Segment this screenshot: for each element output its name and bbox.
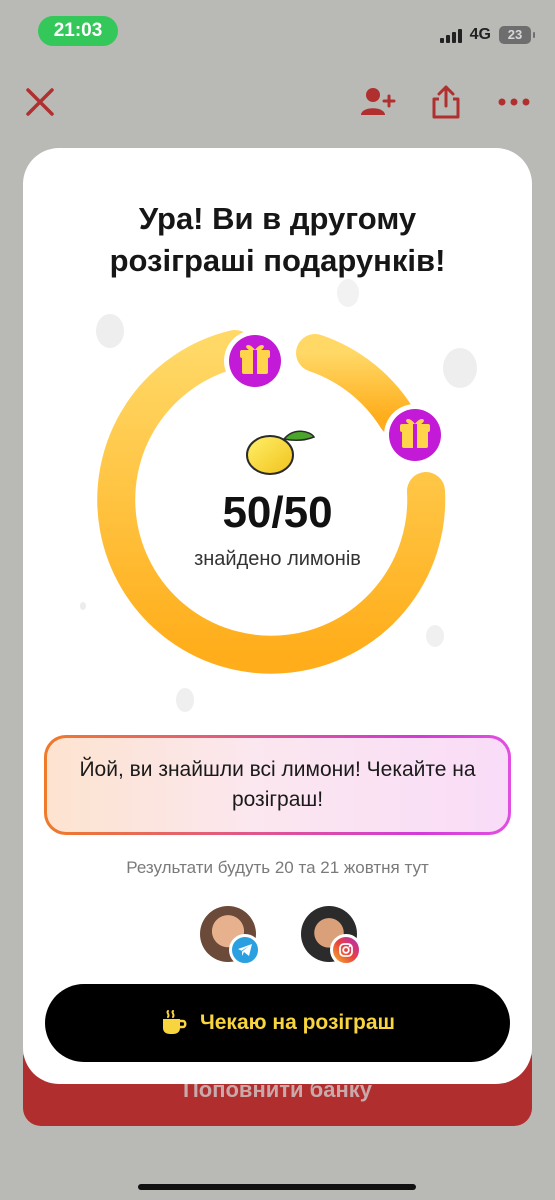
- faint-lemon-icon: [443, 348, 477, 388]
- more-icon[interactable]: [492, 80, 536, 124]
- lemon-count-label: знайдено лимонів: [194, 548, 361, 570]
- battery-indicator: 23: [499, 26, 535, 44]
- lemon-count: 50/50: [222, 488, 333, 537]
- signal-icon: [439, 28, 462, 43]
- waiting-for-giveaway-button[interactable]: Чекаю на розіграш: [45, 984, 510, 1062]
- faint-lemon-icon: [426, 625, 444, 647]
- status-time: 21:03: [38, 16, 118, 46]
- instagram-icon: [330, 934, 362, 966]
- gift-icon: [224, 330, 286, 392]
- home-indicator: [138, 1184, 416, 1190]
- giveaway-modal: Ура! Ви в другому розіграші подарунків!: [23, 148, 532, 1084]
- ring-segment-top-right: [296, 334, 416, 437]
- avatar-telegram[interactable]: [200, 906, 261, 966]
- progress-ring: [80, 279, 477, 712]
- close-icon[interactable]: [18, 80, 62, 124]
- message-text: Йой, ви знайшли всі лимони! Чекайте на р…: [47, 738, 508, 832]
- faint-lemon-icon: [337, 279, 359, 307]
- faint-lemon-icon: [80, 602, 86, 610]
- network-type: 4G: [469, 26, 491, 43]
- faint-lemon-icon: [176, 688, 194, 712]
- telegram-icon: [229, 934, 261, 966]
- cta-label: Чекаю на розіграш: [200, 1011, 395, 1034]
- faint-lemon-icon: [96, 314, 124, 348]
- lemon-icon: [242, 430, 316, 479]
- status-indicators: 4G 23: [439, 24, 535, 46]
- add-user-icon[interactable]: [356, 80, 400, 124]
- coffee-cup-icon: [163, 1010, 187, 1034]
- avatar-instagram[interactable]: [301, 906, 362, 966]
- message-box: Йой, ви знайшли всі лимони! Чекайте на р…: [44, 735, 511, 835]
- gift-icon: [384, 404, 446, 466]
- results-date-text: Результати будуть 20 та 21 жовтня тут: [126, 858, 429, 877]
- share-icon[interactable]: [424, 80, 468, 124]
